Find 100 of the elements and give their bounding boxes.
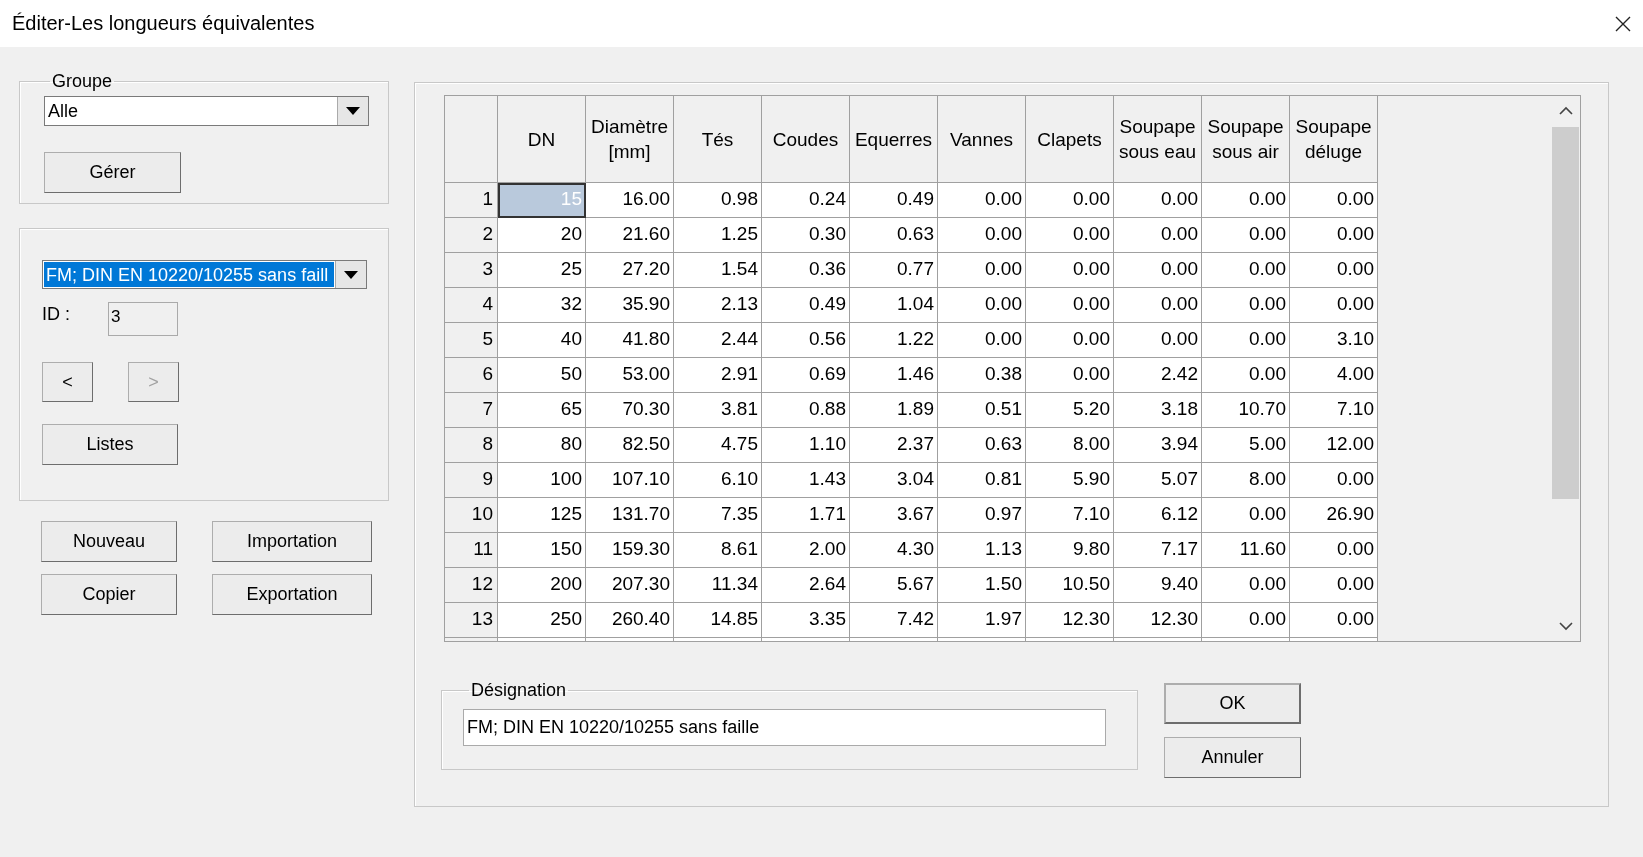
table-cell[interactable]: 0.00	[1202, 358, 1290, 393]
table-cell[interactable]: 0.00	[1026, 323, 1114, 358]
table-cell[interactable]: 2.44	[674, 323, 762, 358]
table-cell[interactable]: 0.97	[938, 498, 1026, 533]
scroll-down-icon[interactable]	[1558, 622, 1573, 631]
table-cell[interactable]: 1.22	[850, 323, 938, 358]
table-cell[interactable]: 0.49	[762, 288, 850, 323]
table-cell[interactable]: 4.30	[850, 533, 938, 568]
table-cell[interactable]: 0.00	[1202, 288, 1290, 323]
column-header[interactable]: Equerres	[850, 96, 938, 183]
table-cell[interactable]: 1.13	[938, 533, 1026, 568]
table-cell[interactable]: 6.12	[1114, 498, 1202, 533]
table-cell[interactable]: 26.90	[1290, 498, 1378, 533]
table-cell[interactable]: 1.25	[674, 218, 762, 253]
table-cell[interactable]: 0.00	[1290, 218, 1378, 253]
table-cell[interactable]: 0.00	[938, 288, 1026, 323]
table-cell[interactable]: 4.00	[1290, 358, 1378, 393]
table-cell[interactable]: 0.00	[1202, 183, 1290, 218]
table-cell[interactable]: 0.49	[850, 183, 938, 218]
table-cell[interactable]: 0.00	[1202, 603, 1290, 638]
table-cell[interactable]: 11.60	[1202, 533, 1290, 568]
table-cell[interactable]: 14.85	[674, 603, 762, 638]
table-cell[interactable]: 25	[498, 253, 586, 288]
table-cell[interactable]: 1.43	[762, 463, 850, 498]
table-cell[interactable]: 2.42	[1114, 358, 1202, 393]
table-cell[interactable]: 35.90	[586, 288, 674, 323]
table-cell[interactable]: 159.30	[586, 533, 674, 568]
table-cell[interactable]: 150	[498, 533, 586, 568]
column-header[interactable]: Diamètre [mm]	[586, 96, 674, 183]
table-cell[interactable]: 0.00	[1026, 358, 1114, 393]
table-cell[interactable]: 4.75	[674, 428, 762, 463]
table-cell[interactable]: 0.00	[938, 183, 1026, 218]
dialog-button[interactable]: OK	[1164, 683, 1301, 724]
previous-button[interactable]: <	[42, 362, 93, 402]
table-cell[interactable]: 1.10	[762, 428, 850, 463]
action-button[interactable]: Importation	[212, 521, 372, 562]
table-cell[interactable]: 7.10	[1026, 498, 1114, 533]
table-cell[interactable]: 250	[498, 603, 586, 638]
table-cell[interactable]: 1.50	[938, 568, 1026, 603]
row-header[interactable]: 10	[445, 498, 498, 533]
table-cell[interactable]: 3.35	[762, 603, 850, 638]
table-cell[interactable]: 0.00	[1026, 288, 1114, 323]
table-cell[interactable]: 0.00	[1026, 218, 1114, 253]
scrollbar-thumb[interactable]	[1552, 127, 1579, 499]
table-cell[interactable]: 125	[498, 498, 586, 533]
table-cell[interactable]: 12.30	[1026, 603, 1114, 638]
table-cell[interactable]: 7.35	[674, 498, 762, 533]
table-cell[interactable]: 5.00	[1202, 428, 1290, 463]
row-header[interactable]: 4	[445, 288, 498, 323]
table-cell[interactable]: 5.90	[1026, 463, 1114, 498]
row-header[interactable]: 13	[445, 603, 498, 638]
table-cell[interactable]: 0.00	[938, 218, 1026, 253]
table-cell[interactable]: 0.51	[938, 393, 1026, 428]
id-field[interactable]: 3	[108, 302, 178, 336]
table-cell[interactable]: 65	[498, 393, 586, 428]
table-cell[interactable]: 0.56	[762, 323, 850, 358]
table-cell[interactable]: 1.97	[938, 603, 1026, 638]
table-cell[interactable]: 0.00	[1026, 183, 1114, 218]
table-cell[interactable]: 5.20	[1026, 393, 1114, 428]
record-dropdown[interactable]: FM; DIN EN 10220/10255 sans faill	[42, 260, 367, 289]
table-cell[interactable]: 0.77	[850, 253, 938, 288]
table-cell[interactable]: 107.10	[586, 463, 674, 498]
table-cell[interactable]: 0.63	[850, 218, 938, 253]
table-cell[interactable]: 10.70	[1202, 393, 1290, 428]
table-cell[interactable]: 3.67	[850, 498, 938, 533]
table-cell[interactable]: 0.30	[762, 218, 850, 253]
table-cell[interactable]: 40	[498, 323, 586, 358]
row-header[interactable]: 8	[445, 428, 498, 463]
table-cell[interactable]: 200	[498, 568, 586, 603]
column-header[interactable]: Clapets	[1026, 96, 1114, 183]
table-cell[interactable]: 5.67	[850, 568, 938, 603]
table-cell[interactable]: 0.00	[1290, 288, 1378, 323]
table-cell[interactable]: 0.00	[1114, 288, 1202, 323]
column-header[interactable]: Coudes	[762, 96, 850, 183]
table-cell[interactable]: 0.88	[762, 393, 850, 428]
table-cell[interactable]: 2.13	[674, 288, 762, 323]
table-cell[interactable]: 7.10	[1290, 393, 1378, 428]
table-cell[interactable]: 8.00	[1026, 428, 1114, 463]
table-cell[interactable]: 0.63	[938, 428, 1026, 463]
close-icon[interactable]	[1615, 15, 1631, 32]
column-header[interactable]: DN	[498, 96, 586, 183]
table-cell[interactable]: 100	[498, 463, 586, 498]
table-cell[interactable]: 0.24	[762, 183, 850, 218]
table-cell[interactable]: 8.61	[674, 533, 762, 568]
table-cell[interactable]: 131.70	[586, 498, 674, 533]
table-cell[interactable]: 2.37	[850, 428, 938, 463]
table-cell[interactable]: 53.00	[586, 358, 674, 393]
table-cell[interactable]: 0.00	[1290, 603, 1378, 638]
table-cell[interactable]: 0.81	[938, 463, 1026, 498]
row-header[interactable]: 9	[445, 463, 498, 498]
table-cell[interactable]: 0.69	[762, 358, 850, 393]
table-cell[interactable]: 0.00	[1202, 568, 1290, 603]
table-cell[interactable]: 2.91	[674, 358, 762, 393]
action-button[interactable]: Copier	[41, 574, 177, 615]
table-cell[interactable]: 9.40	[1114, 568, 1202, 603]
table-cell[interactable]: 1.71	[762, 498, 850, 533]
table-cell[interactable]: 27.20	[586, 253, 674, 288]
designation-field[interactable]: FM; DIN EN 10220/10255 sans faille	[463, 709, 1106, 746]
row-header[interactable]: 11	[445, 533, 498, 568]
table-cell[interactable]: 2.64	[762, 568, 850, 603]
